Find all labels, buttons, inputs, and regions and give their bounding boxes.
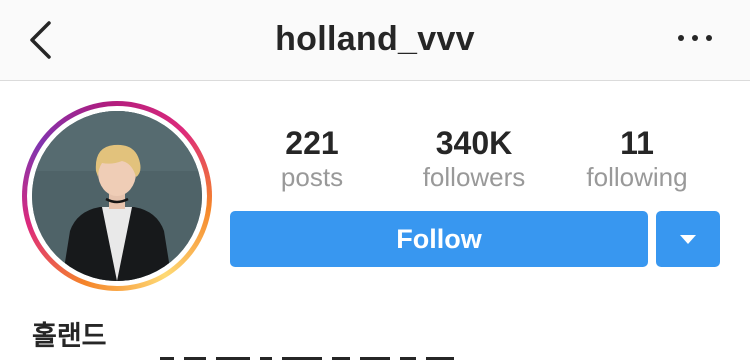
more-horizontal-icon [678, 35, 684, 41]
bio-text-cropped [160, 352, 520, 361]
follow-button[interactable]: Follow [230, 211, 648, 267]
story-ring[interactable] [22, 101, 212, 291]
profile-display-name: 홀랜드 [32, 321, 107, 352]
posts-value: 221 [285, 125, 339, 161]
top-navigation-bar: holland_vvv [0, 0, 750, 81]
posts-label: posts [280, 162, 344, 192]
posts-count: 221 posts [262, 124, 362, 192]
more-options-button[interactable] [678, 28, 712, 48]
profile-username-title: holland_vvv [275, 20, 475, 58]
avatar [32, 111, 202, 281]
suggested-accounts-dropdown-button[interactable] [656, 211, 720, 267]
followers-count[interactable]: 340K followers [404, 124, 544, 192]
following-count[interactable]: 11 following [572, 124, 702, 192]
profile-photo [32, 111, 202, 281]
following-label: following [586, 162, 688, 192]
followers-label: followers [422, 162, 526, 192]
caret-down-icon [680, 234, 696, 244]
following-value: 11 [620, 125, 654, 161]
followers-value: 340K [435, 125, 513, 161]
